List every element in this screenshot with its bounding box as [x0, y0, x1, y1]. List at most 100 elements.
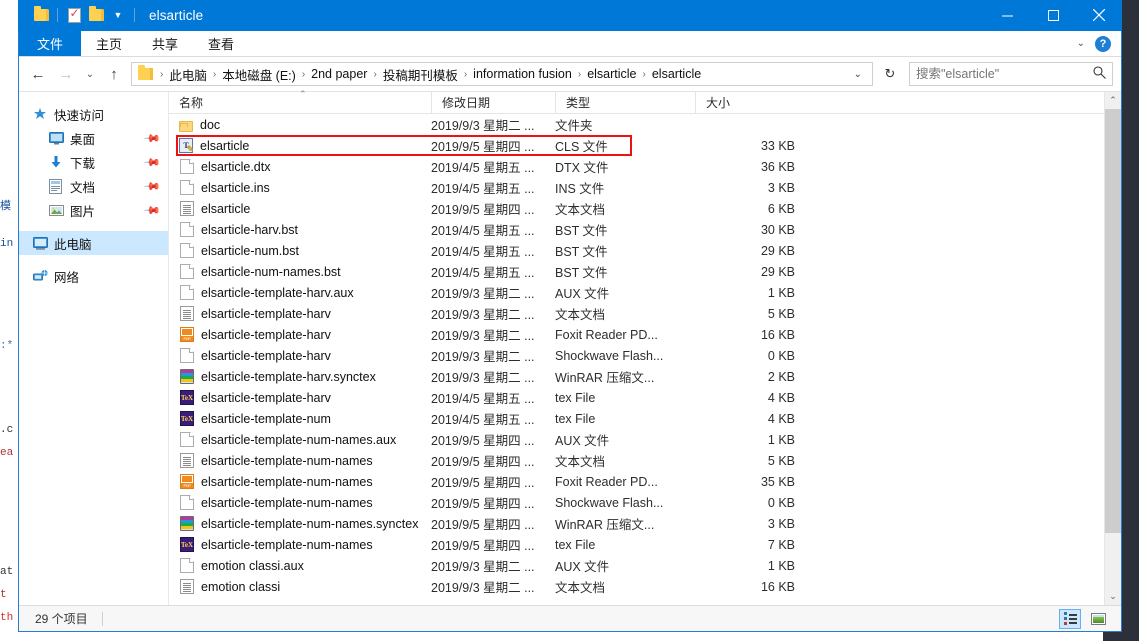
blank-file-icon	[180, 222, 194, 237]
minimize-button[interactable]	[984, 0, 1030, 31]
pdf-file-icon	[180, 327, 194, 342]
tab-file[interactable]: 文件	[19, 31, 82, 56]
breadcrumb-item-5[interactable]: elsarticle	[585, 67, 638, 81]
scroll-down-button[interactable]: ⌄	[1105, 588, 1121, 605]
sidebar-item-documents[interactable]: 文档 📌	[19, 174, 168, 198]
table-row[interactable]: elsarticle-template-harv 2019/9/3 星期二 ...…	[169, 303, 1104, 324]
breadcrumb-item-4[interactable]: information fusion	[471, 67, 574, 81]
sidebar-item-this-pc[interactable]: 此电脑	[19, 231, 168, 255]
breadcrumb-item-0[interactable]: 此电脑	[167, 65, 209, 84]
file-type-cell: 文本文档	[555, 455, 606, 469]
table-row[interactable]: elsarticle-template-num-names 2019/9/5 星期…	[169, 492, 1104, 513]
table-row[interactable]: elsarticle-harv.bst 2019/4/5 星期五 ... BST 文…	[169, 219, 1104, 240]
breadcrumb-item-6[interactable]: elsarticle	[650, 67, 703, 81]
table-row[interactable]: elsarticle-template-harv 2019/9/3 星期二 ...…	[169, 324, 1104, 345]
scrollbar-track[interactable]	[1105, 109, 1121, 588]
table-row[interactable]: elsarticle-template-num-names 2019/9/5 星期…	[169, 471, 1104, 492]
table-row[interactable]: elsarticle-template-num-names.synctex 201…	[169, 513, 1104, 534]
table-row[interactable]: elsarticle-template-harv.aux 2019/9/3 星期二…	[169, 282, 1104, 303]
address-bar: ← → ⌄ ↑ › 此电脑 › 本地磁盘 (E:) › 2nd paper › …	[19, 57, 1121, 91]
pin-icon[interactable]: 📌	[143, 201, 162, 219]
file-size-cell: 0 KB	[767, 495, 795, 510]
sidebar-item-label: 图片	[70, 204, 96, 219]
table-row[interactable]: elsarticle.ins 2019/4/5 星期五 ... INS 文件 3 KB	[169, 177, 1104, 198]
forward-button[interactable]: →	[53, 61, 79, 87]
sidebar-item-desktop[interactable]: 桌面 📌	[19, 126, 168, 150]
file-size-cell: 1 KB	[767, 432, 795, 447]
table-row[interactable]: elsarticle-template-harv 2019/9/3 星期二 ...…	[169, 345, 1104, 366]
breadcrumb[interactable]: › 此电脑 › 本地磁盘 (E:) › 2nd paper › 投稿期刊模板 ›…	[131, 62, 873, 86]
pin-icon[interactable]: 📌	[143, 129, 162, 147]
table-row[interactable]: TeX elsarticle-template-num-names 2019/9/5…	[169, 534, 1104, 555]
file-size-cell: 6 KB	[767, 201, 795, 216]
table-row[interactable]: TeX elsarticle-template-harv 2019/4/5 星期五 …	[169, 387, 1104, 408]
table-row[interactable]: elsarticle 2019/9/5 星期四 ... 文本文档 6 KB	[169, 198, 1104, 219]
table-row[interactable]: elsarticle-template-num-names 2019/9/5 星期…	[169, 450, 1104, 471]
recent-locations-button[interactable]: ⌄	[81, 61, 99, 87]
file-list[interactable]: doc2019/9/3 星期二 ...文件夹Telsarticle2019/9/…	[169, 114, 1104, 605]
file-explorer-window: ▼ elsarticle 文件 主页 共享 查看 ⌄ ? ← → ⌄	[18, 0, 1122, 632]
tab-view[interactable]: 查看	[193, 31, 249, 56]
pin-icon[interactable]: 📌	[143, 153, 162, 171]
breadcrumb-dropdown-icon[interactable]: ⌄	[848, 69, 868, 80]
table-row[interactable]: elsarticle-template-num-names.aux 2019/9/…	[169, 429, 1104, 450]
tab-home[interactable]: 主页	[81, 31, 137, 56]
folder-icon[interactable]	[30, 4, 52, 26]
search-icon[interactable]	[1093, 66, 1106, 82]
file-date-cell: 2019/9/5 星期四 ...	[431, 539, 535, 553]
window-controls	[984, 0, 1122, 31]
scrollbar-thumb[interactable]	[1105, 109, 1121, 533]
scroll-up-button[interactable]: ⌃	[1105, 92, 1121, 109]
customize-dropdown-icon[interactable]: ▼	[107, 4, 129, 26]
up-button[interactable]: ↑	[101, 61, 127, 87]
table-row[interactable]: elsarticle-num-names.bst 2019/4/5 星期五 ...…	[169, 261, 1104, 282]
breadcrumb-item-1[interactable]: 本地磁盘 (E:)	[220, 65, 298, 84]
maximize-button[interactable]	[1030, 0, 1076, 31]
new-folder-icon[interactable]	[85, 4, 107, 26]
breadcrumb-separator: ›	[463, 68, 468, 80]
close-button[interactable]	[1076, 0, 1122, 31]
file-type-cell: Shockwave Flash...	[555, 495, 664, 510]
file-type-cell: Foxit Reader PD...	[555, 327, 658, 342]
pin-icon[interactable]: 📌	[143, 177, 162, 195]
file-size-cell: 16 KB	[760, 327, 795, 342]
sidebar-item-downloads[interactable]: 下载 📌	[19, 150, 168, 174]
table-row[interactable]: elsarticle-template-harv.synctex 2019/9/3…	[169, 366, 1104, 387]
column-header-type[interactable]: 类型	[555, 91, 695, 114]
search-box[interactable]	[909, 62, 1113, 86]
column-header-date[interactable]: 修改日期	[431, 91, 555, 114]
file-type-cell: DTX 文件	[555, 161, 609, 175]
file-name-cell: TeX elsarticle-template-harv	[169, 390, 431, 405]
table-row[interactable]: elsarticle-num.bst 2019/4/5 星期五 ... BST 文件…	[169, 240, 1104, 261]
breadcrumb-item-2[interactable]: 2nd paper	[309, 67, 369, 81]
table-row[interactable]: doc 2019/9/3 星期二 ... 文件夹	[169, 114, 1104, 135]
column-header-name[interactable]: 名称	[169, 92, 431, 114]
file-name-label: elsarticle.ins	[201, 180, 270, 195]
thumbnail-view-button[interactable]	[1087, 609, 1109, 629]
table-row[interactable]: TeX elsarticle-template-num 2019/4/5 星期五 .…	[169, 408, 1104, 429]
file-type-cell: CLS 文件	[555, 140, 608, 154]
file-name-label: elsarticle-template-num-names	[201, 453, 373, 468]
sidebar-item-quick-access[interactable]: 快速访问	[19, 102, 168, 126]
vertical-scrollbar[interactable]: ⌃ ⌄	[1104, 92, 1121, 605]
table-row[interactable]: emotion classi.aux 2019/9/3 星期二 ... AUX 文件…	[169, 555, 1104, 576]
tab-share[interactable]: 共享	[137, 31, 193, 56]
details-view-button[interactable]	[1059, 608, 1081, 629]
chevron-down-icon[interactable]: ⌄	[1077, 38, 1085, 49]
help-icon[interactable]: ?	[1095, 35, 1111, 52]
sidebar-item-network[interactable]: 网络	[19, 264, 168, 288]
file-size-cell: 7 KB	[767, 537, 795, 552]
back-button[interactable]: ←	[25, 61, 51, 87]
table-row[interactable]: emotion classi 2019/9/3 星期二 ... 文本文档 16 KB	[169, 576, 1104, 597]
search-input[interactable]	[916, 67, 1093, 81]
column-header-size[interactable]: 大小	[695, 91, 815, 114]
sidebar-item-pictures[interactable]: 图片 📌	[19, 198, 168, 222]
file-type-cell: 文本文档	[555, 308, 606, 322]
table-row[interactable]: Telsarticle2019/9/5 星期四 ...CLS 文件33 KB	[169, 135, 1104, 156]
table-row[interactable]: elsarticle.dtx 2019/4/5 星期五 ... DTX 文件 36 K…	[169, 156, 1104, 177]
tex-file-icon: TeX	[180, 537, 194, 552]
properties-icon[interactable]	[63, 4, 85, 26]
breadcrumb-item-3[interactable]: 投稿期刊模板	[381, 65, 460, 84]
refresh-button[interactable]: ↻	[879, 62, 901, 86]
